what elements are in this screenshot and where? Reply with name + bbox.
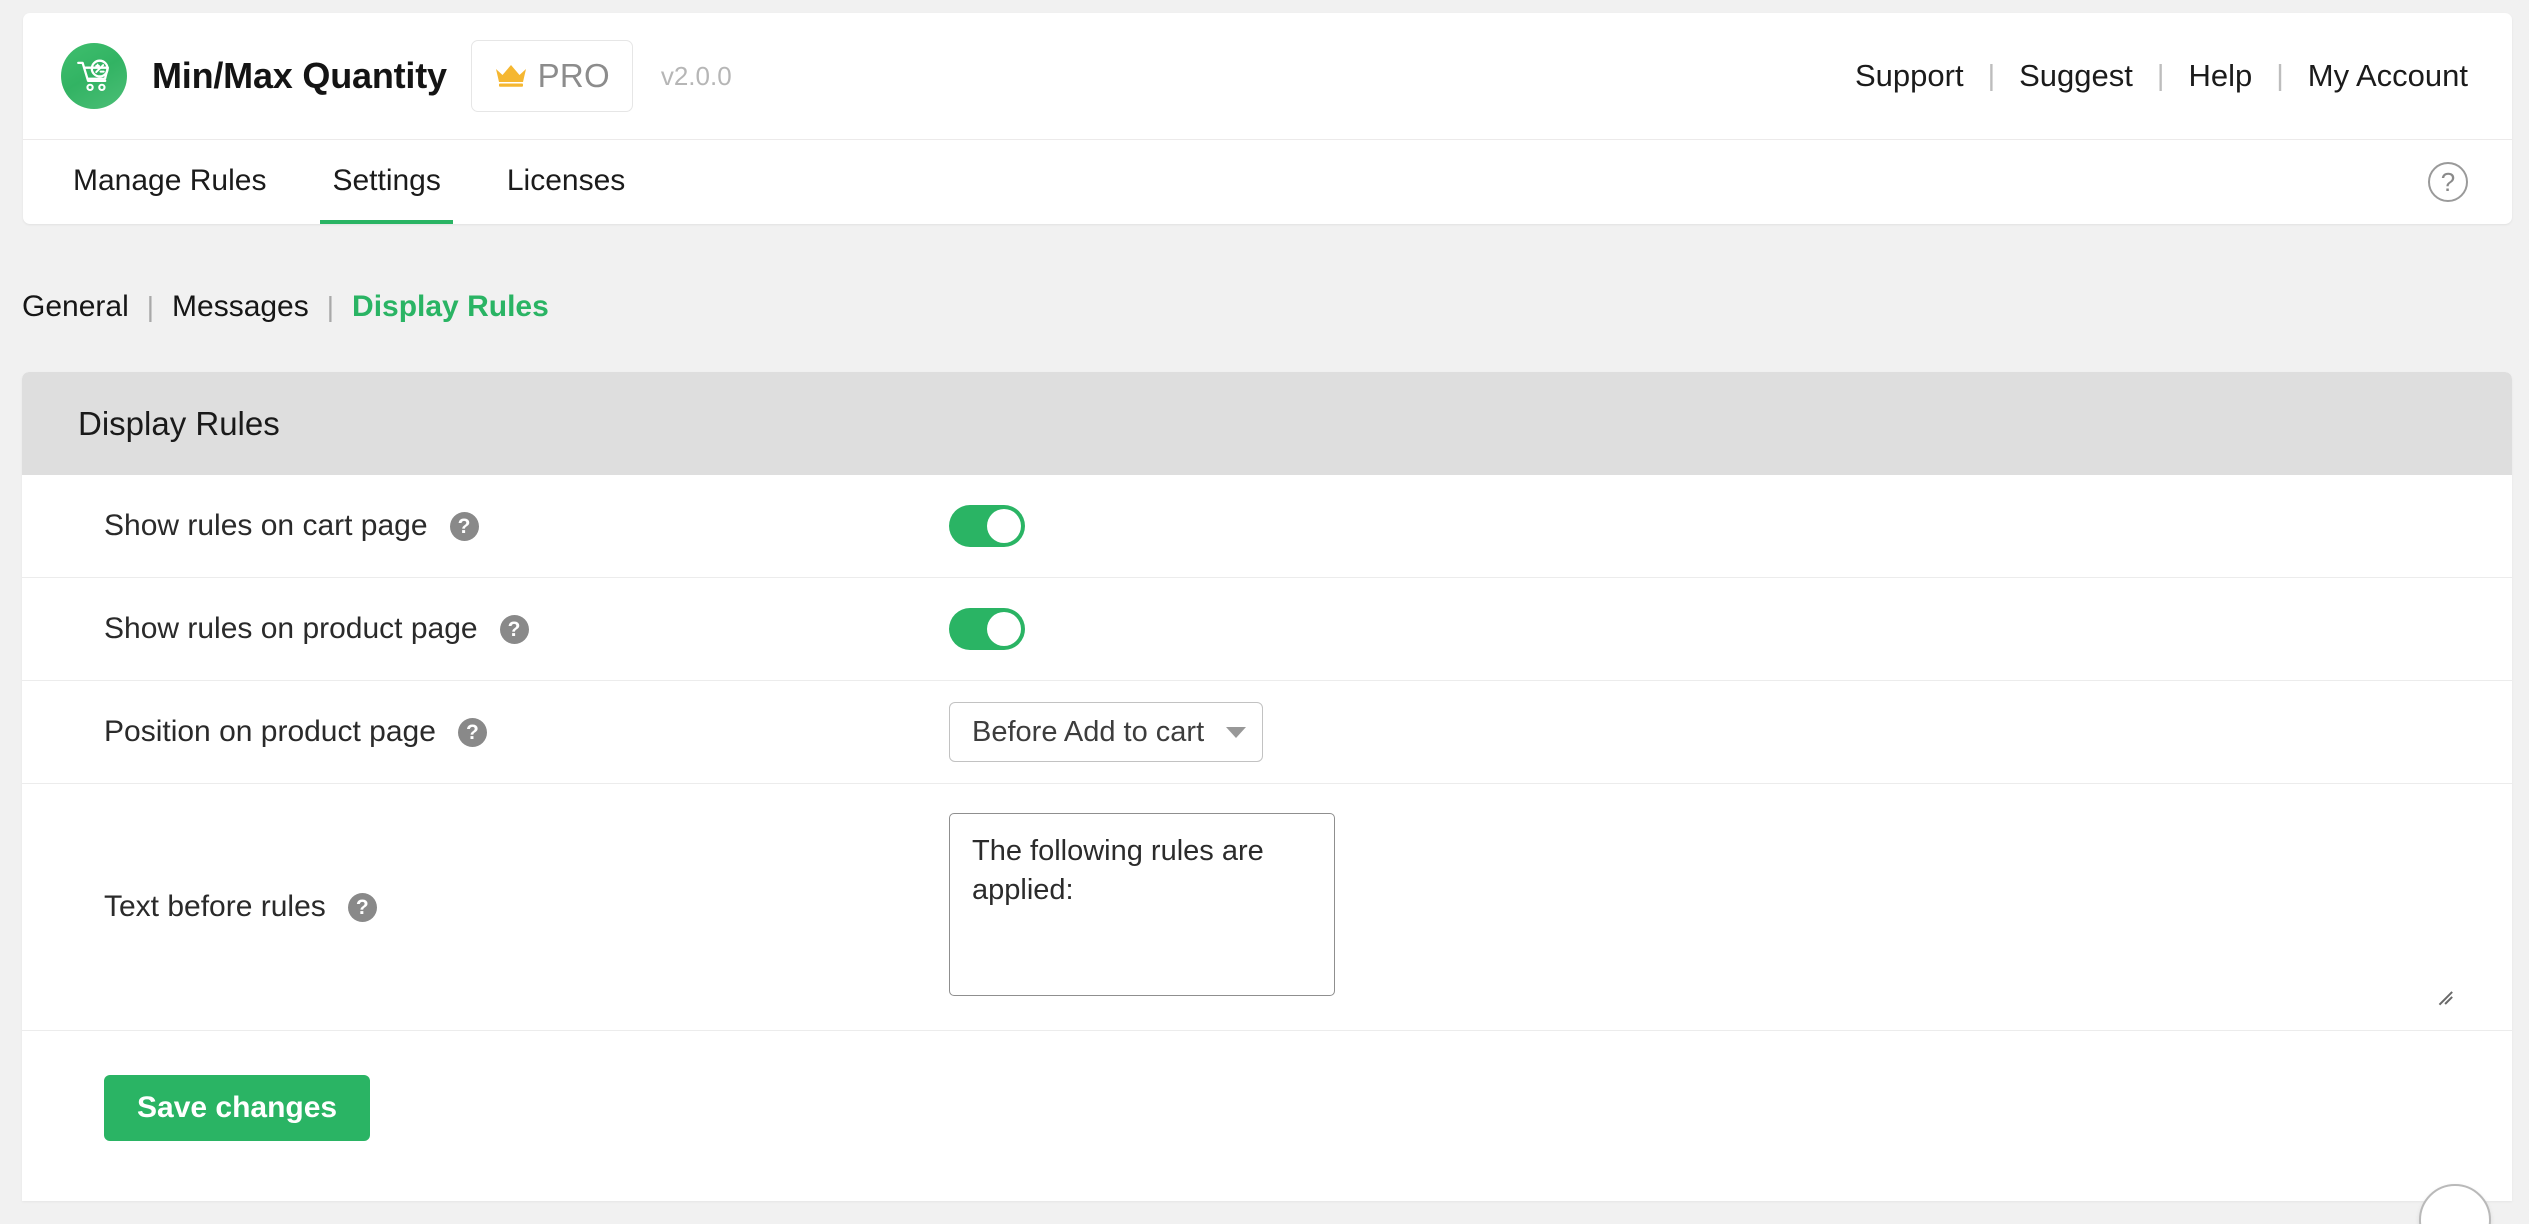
- setting-label-wrap: Position on product page ?: [104, 715, 949, 749]
- panel-title: Display Rules: [78, 404, 280, 442]
- tab-label: Settings: [332, 163, 441, 197]
- shopping-cart-plus-minus-icon: [61, 43, 127, 109]
- help-icon[interactable]: ?: [457, 717, 487, 747]
- tab-manage-rules[interactable]: Manage Rules: [61, 141, 278, 224]
- header-link-separator: |: [1987, 59, 1996, 92]
- pro-badge[interactable]: PRO: [470, 40, 633, 112]
- setting-label-wrap: Show rules on cart page ?: [104, 509, 949, 543]
- version-label: v2.0.0: [660, 60, 732, 91]
- tab-label: Licenses: [506, 163, 626, 197]
- header-links: Support | Suggest | Help | My Account: [1855, 58, 2468, 94]
- setting-label-wrap: Text before rules ?: [104, 890, 949, 924]
- setting-control: Before Add to cart: [949, 702, 2456, 762]
- tab-bar: Manage Rules Settings Licenses ?: [23, 140, 2512, 224]
- setting-label: Position on product page: [104, 715, 436, 748]
- resize-handle-icon[interactable]: [2430, 976, 2453, 1005]
- setting-label: Show rules on product page: [104, 612, 478, 645]
- help-icon[interactable]: ?: [499, 614, 529, 644]
- chevron-down-icon: [1226, 726, 1247, 738]
- header-link-my-account[interactable]: My Account: [2308, 58, 2468, 94]
- header-link-separator: |: [2156, 59, 2165, 92]
- select-position-on-product-page[interactable]: Before Add to cart: [949, 702, 1264, 762]
- setting-label: Text before rules: [104, 890, 326, 923]
- setting-control: [949, 813, 2456, 1005]
- subnav-item-messages[interactable]: Messages: [172, 290, 309, 324]
- textarea-text-before-rules[interactable]: [949, 813, 1335, 996]
- question-circle-icon[interactable]: ?: [2428, 162, 2468, 202]
- subnav-separator: |: [326, 291, 335, 322]
- setting-control: [949, 608, 2456, 650]
- settings-subnav: General | Messages | Display Rules: [22, 290, 549, 324]
- app-header: Min/Max Quantity PRO v2.0.0 Support | Su…: [23, 13, 2512, 140]
- brand: Min/Max Quantity PRO v2.0.0: [61, 40, 732, 112]
- pro-badge-label: PRO: [537, 57, 611, 94]
- setting-row-show-rules-product: Show rules on product page ?: [22, 578, 2512, 681]
- setting-label: Show rules on cart page: [104, 509, 428, 542]
- header-link-help[interactable]: Help: [2188, 58, 2252, 94]
- display-rules-panel: Display Rules Show rules on cart page ? …: [22, 372, 2512, 1201]
- top-card: Min/Max Quantity PRO v2.0.0 Support | Su…: [23, 13, 2512, 224]
- setting-control: [949, 505, 2456, 547]
- app-page: Min/Max Quantity PRO v2.0.0 Support | Su…: [0, 0, 2529, 1224]
- setting-row-text-before-rules: Text before rules ?: [22, 784, 2512, 1031]
- toggle-knob: [987, 612, 1021, 646]
- tabbar-help: ?: [2428, 140, 2468, 224]
- header-link-suggest[interactable]: Suggest: [2019, 58, 2133, 94]
- select-value: Before Add to cart: [972, 715, 1205, 748]
- tab-licenses[interactable]: Licenses: [495, 141, 637, 224]
- toggle-show-rules-cart[interactable]: [949, 505, 1025, 547]
- crown-icon: [494, 63, 528, 89]
- subnav-item-display-rules[interactable]: Display Rules: [352, 290, 549, 324]
- subnav-item-general[interactable]: General: [22, 290, 129, 324]
- toggle-knob: [987, 509, 1021, 543]
- app-title: Min/Max Quantity: [152, 55, 447, 96]
- help-icon[interactable]: ?: [449, 511, 479, 541]
- textarea-holder: [949, 813, 2456, 1005]
- header-link-support[interactable]: Support: [1855, 58, 1964, 94]
- help-icon[interactable]: ?: [347, 892, 377, 922]
- setting-row-show-rules-cart: Show rules on cart page ?: [22, 475, 2512, 578]
- tab-label: Manage Rules: [73, 163, 267, 197]
- tab-settings[interactable]: Settings: [320, 141, 453, 224]
- panel-footer: Save changes: [22, 1031, 2512, 1201]
- question-glyph: ?: [2440, 167, 2456, 197]
- save-changes-button[interactable]: Save changes: [104, 1075, 371, 1141]
- panel-header: Display Rules: [22, 372, 2512, 475]
- header-link-separator: |: [2276, 59, 2284, 92]
- subnav-separator: |: [146, 291, 155, 322]
- setting-label-wrap: Show rules on product page ?: [104, 612, 949, 646]
- setting-row-position-product: Position on product page ? Before Add to…: [22, 681, 2512, 784]
- toggle-show-rules-product[interactable]: [949, 608, 1025, 650]
